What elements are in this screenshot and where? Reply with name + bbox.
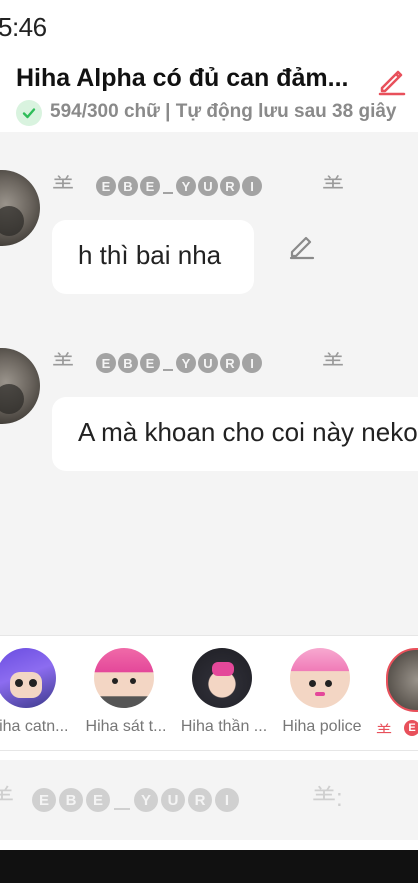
- edit-message-icon[interactable]: [288, 232, 316, 260]
- input-name-char: E: [32, 788, 56, 812]
- message-input-area[interactable]: ⺷ E B E Y U R I ⺷:: [0, 760, 418, 840]
- sender-name: E B E Y U R I: [96, 353, 262, 373]
- input-name-char: R: [188, 788, 212, 812]
- input-sender-name: E B E Y U R I: [32, 788, 239, 812]
- character-label: Hiha catn...: [0, 718, 69, 735]
- sender-name-char: B: [118, 353, 138, 373]
- save-status: 594/300 chữ | Tự động lưu sau 38 giây: [16, 100, 418, 128]
- input-name-char: I: [215, 788, 239, 812]
- character-avatar: [290, 648, 350, 708]
- input-name-char: E: [86, 788, 110, 812]
- input-name-char: B: [59, 788, 83, 812]
- character-item[interactable]: Hiha police: [272, 646, 372, 746]
- sender-name-char: U: [198, 176, 218, 196]
- message-bubble[interactable]: A mà khoan cho coi này neko: [52, 397, 418, 471]
- sender-avatar[interactable]: [0, 170, 40, 246]
- input-name-char: Y: [134, 788, 158, 812]
- sender-name-underscore: [162, 176, 174, 196]
- character-label: Hiha thần ...: [180, 718, 268, 735]
- sender-name-char: Y: [176, 176, 196, 196]
- edit-title-icon[interactable]: [376, 64, 408, 96]
- check-icon: [16, 100, 42, 126]
- word-count-autosave-text: 594/300 chữ | Tự động lưu sau 38 giây: [50, 101, 397, 122]
- sender-name-char: U: [198, 353, 218, 373]
- input-glyph-icon: ⺷: [0, 785, 14, 812]
- character-item[interactable]: Hiha sát t...: [76, 646, 176, 746]
- character-item[interactable]: ⺷ E: [370, 646, 418, 746]
- status-time: 5:46: [0, 12, 47, 42]
- system-nav-bar: [0, 850, 418, 883]
- sender-name-underscore: [162, 353, 174, 373]
- input-name-char: U: [161, 788, 185, 812]
- chat-area: ⺷ E B E Y U R I ⺷ h thì bai nha ⺷ E B E …: [0, 132, 418, 635]
- sender-name-char: E: [140, 353, 160, 373]
- character-label: Hiha sát t...: [85, 718, 167, 735]
- sender-name-char: R: [220, 353, 240, 373]
- sender-name-char: R: [220, 176, 240, 196]
- character-avatar: [94, 648, 154, 708]
- character-avatar: [0, 648, 56, 708]
- character-avatar: [192, 648, 252, 708]
- character-label: Hiha police: [282, 718, 362, 735]
- sender-avatar[interactable]: [0, 348, 40, 424]
- sender-glyph-icon: ⺷: [322, 351, 345, 376]
- input-glyph-icon: ⺷:: [312, 785, 343, 812]
- character-avatar: [386, 648, 418, 712]
- input-name-underscore: [113, 788, 131, 812]
- sender-name-char: E: [96, 353, 116, 373]
- message-text: h thì bai nha: [78, 240, 222, 270]
- sender-name-char: I: [242, 176, 262, 196]
- sender-glyph-icon: ⺷: [52, 174, 75, 199]
- sender-name: E B E Y U R I: [96, 176, 262, 196]
- sender-glyph-icon: ⺷: [52, 351, 75, 376]
- character-badge: E: [404, 720, 418, 736]
- page-title[interactable]: Hiha Alpha có đủ can đảm...: [16, 64, 348, 93]
- character-item[interactable]: Hiha thần ...: [174, 646, 274, 746]
- message-bubble[interactable]: h thì bai nha: [52, 220, 254, 294]
- character-glyph-icon: ⺷: [376, 724, 393, 741]
- sender-name-char: E: [96, 176, 116, 196]
- sender-name-char: I: [242, 353, 262, 373]
- sender-name-char: Y: [176, 353, 196, 373]
- character-item[interactable]: Hiha catn...: [0, 646, 78, 746]
- sender-glyph-icon: ⺷: [322, 174, 345, 199]
- header: Hiha Alpha có đủ can đảm... 594/300 chữ …: [0, 60, 418, 132]
- message-text: A mà khoan cho coi này neko: [78, 417, 418, 447]
- character-selector: Hiha catn... Hiha sát t... Hiha thần ...…: [0, 635, 418, 751]
- sender-name-char: E: [140, 176, 160, 196]
- sender-name-char: B: [118, 176, 138, 196]
